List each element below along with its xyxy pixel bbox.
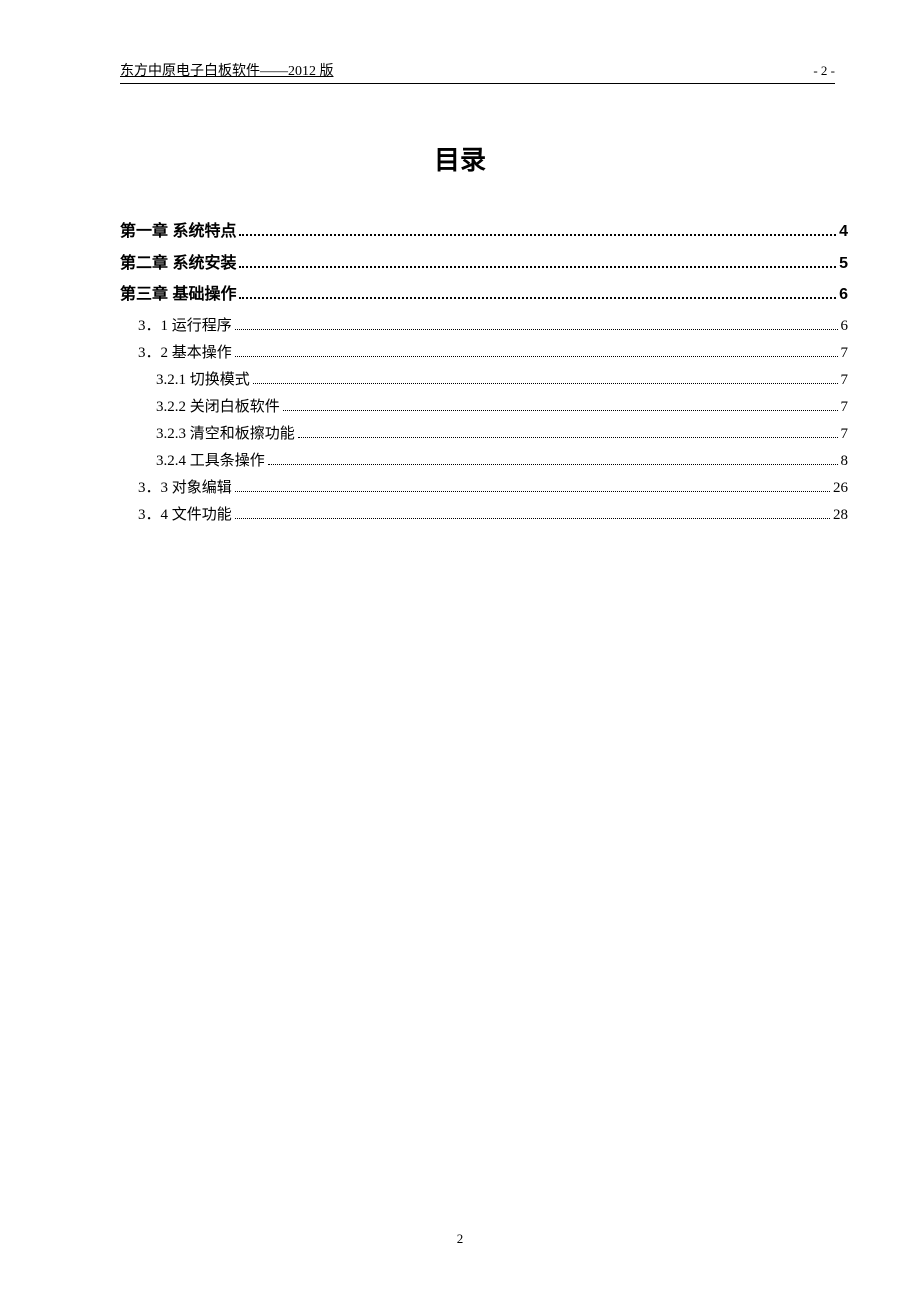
toc-entry-page: 8 [841, 449, 849, 473]
toc-dots [298, 426, 838, 438]
toc-dots [235, 507, 830, 519]
toc-entry-page: 7 [841, 422, 849, 446]
toc-entry: 第二章 系统安装 5 [120, 251, 848, 277]
toc-entry: 3．2 基本操作 7 [120, 341, 848, 365]
toc-entry: 3.2.3 清空和板擦功能 7 [120, 422, 848, 446]
toc-dots [268, 453, 838, 465]
toc-entry: 3.2.2 关闭白板软件 7 [120, 395, 848, 419]
toc-entry-label: 3.2.2 关闭白板软件 [156, 395, 280, 419]
toc-entry-label: 3.2.4 工具条操作 [156, 449, 265, 473]
toc-entry: 3．3 对象编辑 26 [120, 476, 848, 500]
toc-entry-label: 3．2 基本操作 [138, 341, 232, 365]
toc-entry-label: 3.2.3 清空和板擦功能 [156, 422, 295, 446]
toc-entry-label: 3.2.1 切换模式 [156, 368, 250, 392]
toc-entry-label: 第二章 系统安装 [120, 251, 236, 277]
toc-entry-page: 7 [841, 395, 849, 419]
toc-entry-page: 4 [839, 219, 848, 245]
document-header: 东方中原电子白板软件——2012 版 - 2 - [120, 60, 835, 84]
toc-entry: 第一章 系统特点 4 [120, 219, 848, 245]
toc-entry: 3．4 文件功能 28 [120, 503, 848, 527]
toc-dots [283, 399, 838, 411]
toc-dots [235, 318, 838, 330]
toc-entry-page: 28 [833, 503, 848, 527]
toc-dots [239, 286, 836, 299]
header-page-indicator: - 2 - [813, 63, 835, 79]
footer-page-number: 2 [0, 1231, 920, 1247]
toc-dots [239, 223, 836, 236]
toc-entry: 3．1 运行程序 6 [120, 314, 848, 338]
toc-entry: 3.2.1 切换模式 7 [120, 368, 848, 392]
toc-entry: 3.2.4 工具条操作 8 [120, 449, 848, 473]
header-title: 东方中原电子白板软件——2012 版 [120, 60, 334, 80]
toc-entry-page: 7 [841, 368, 849, 392]
toc-dots [235, 480, 830, 492]
toc-entry-page: 6 [839, 282, 848, 308]
toc-entry-page: 6 [841, 314, 849, 338]
toc-dots [239, 255, 836, 268]
table-of-contents: 第一章 系统特点 4 第二章 系统安装 5 第三章 基础操作 6 3．1 运行程… [120, 215, 848, 530]
toc-entry-label: 第一章 系统特点 [120, 219, 236, 245]
toc-dots [253, 372, 838, 384]
toc-title: 目录 [0, 140, 920, 177]
toc-entry-label: 3．3 对象编辑 [138, 476, 232, 500]
toc-dots [235, 345, 838, 357]
toc-entry-page: 7 [841, 341, 849, 365]
toc-entry-label: 第三章 基础操作 [120, 282, 236, 308]
toc-entry-page: 5 [839, 251, 848, 277]
toc-entry-page: 26 [833, 476, 848, 500]
toc-entry-label: 3．4 文件功能 [138, 503, 232, 527]
toc-entry: 第三章 基础操作 6 [120, 282, 848, 308]
toc-entry-label: 3．1 运行程序 [138, 314, 232, 338]
